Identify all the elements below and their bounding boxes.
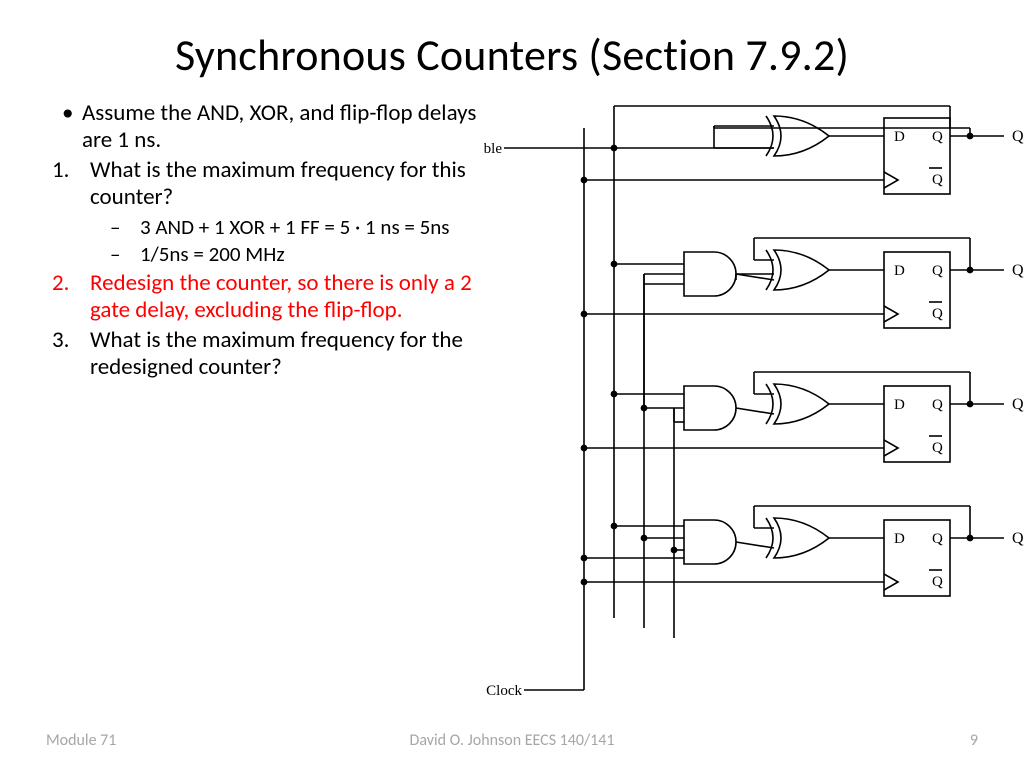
svg-text:Q: Q [932, 397, 943, 413]
flip-flop-3: D Q Q [884, 520, 950, 596]
q1-sub-a: 3 AND + 1 XOR + 1 FF = 5 · 1 ns = 5ns [48, 215, 478, 240]
xor-gate-2 [766, 384, 829, 424]
clock-label: Clock [486, 683, 522, 699]
bullet-intro: Assume the AND, XOR, and flip-flop delay… [48, 100, 478, 154]
q2-text: Redesign the counter, so there is only a… [90, 269, 472, 324]
svg-text:Q: Q [932, 574, 943, 590]
svg-text:Q: Q [1012, 262, 1024, 279]
svg-text:Q: Q [932, 440, 943, 456]
svg-text:Q: Q [1012, 396, 1024, 413]
question-3: 3. What is the maximum frequency for the… [48, 327, 478, 381]
q1-sub-b: 1/5ns = 200 MHz [48, 242, 478, 267]
q2-marker: 2. [52, 270, 69, 297]
q1-text: What is the maximum frequency for this c… [90, 156, 466, 211]
svg-text:Q: Q [1012, 530, 1024, 547]
and-gate-2 [684, 386, 736, 430]
and-gate-3 [684, 520, 736, 564]
circuit-diagram: Enable Clock [484, 88, 1024, 708]
svg-text:D: D [894, 129, 905, 145]
diagram-column: Enable Clock [478, 100, 976, 385]
q3-text: What is the maximum frequency for the re… [90, 326, 463, 381]
slide-body: Assume the AND, XOR, and flip-flop delay… [48, 100, 976, 385]
xor-gate-1 [766, 250, 829, 290]
svg-text:Q: Q [932, 172, 943, 188]
flip-flop-1: D Q Q [884, 252, 950, 328]
enable-label: Enable [484, 141, 502, 157]
xor-gate-0 [766, 116, 829, 156]
q3-marker: 3. [52, 327, 69, 354]
svg-text:D: D [894, 397, 905, 413]
content-column: Assume the AND, XOR, and flip-flop delay… [48, 100, 478, 385]
xor-gate-3 [766, 518, 829, 558]
question-1: 1. What is the maximum frequency for thi… [48, 157, 478, 211]
svg-text:Q: Q [932, 129, 943, 145]
svg-text:D: D [894, 531, 905, 547]
and-gate-1 [684, 252, 736, 296]
svg-text:D: D [894, 263, 905, 279]
q1-marker: 1. [52, 157, 69, 184]
footer-center: David O. Johnson EECS 140/141 [0, 731, 1024, 750]
slide-title: Synchronous Counters (Section 7.9.2) [48, 28, 976, 82]
svg-text:Q: Q [932, 531, 943, 547]
svg-text:Q: Q [1012, 128, 1024, 145]
svg-text:Q: Q [932, 263, 943, 279]
slide-footer: Module 71 David O. Johnson EECS 140/141 … [0, 731, 1024, 750]
slide: Synchronous Counters (Section 7.9.2) Ass… [0, 0, 1024, 768]
svg-text:Q: Q [932, 306, 943, 322]
flip-flop-0: D Q Q [884, 118, 950, 194]
question-2: 2. Redesign the counter, so there is onl… [48, 270, 478, 324]
flip-flop-2: D Q Q [884, 386, 950, 462]
